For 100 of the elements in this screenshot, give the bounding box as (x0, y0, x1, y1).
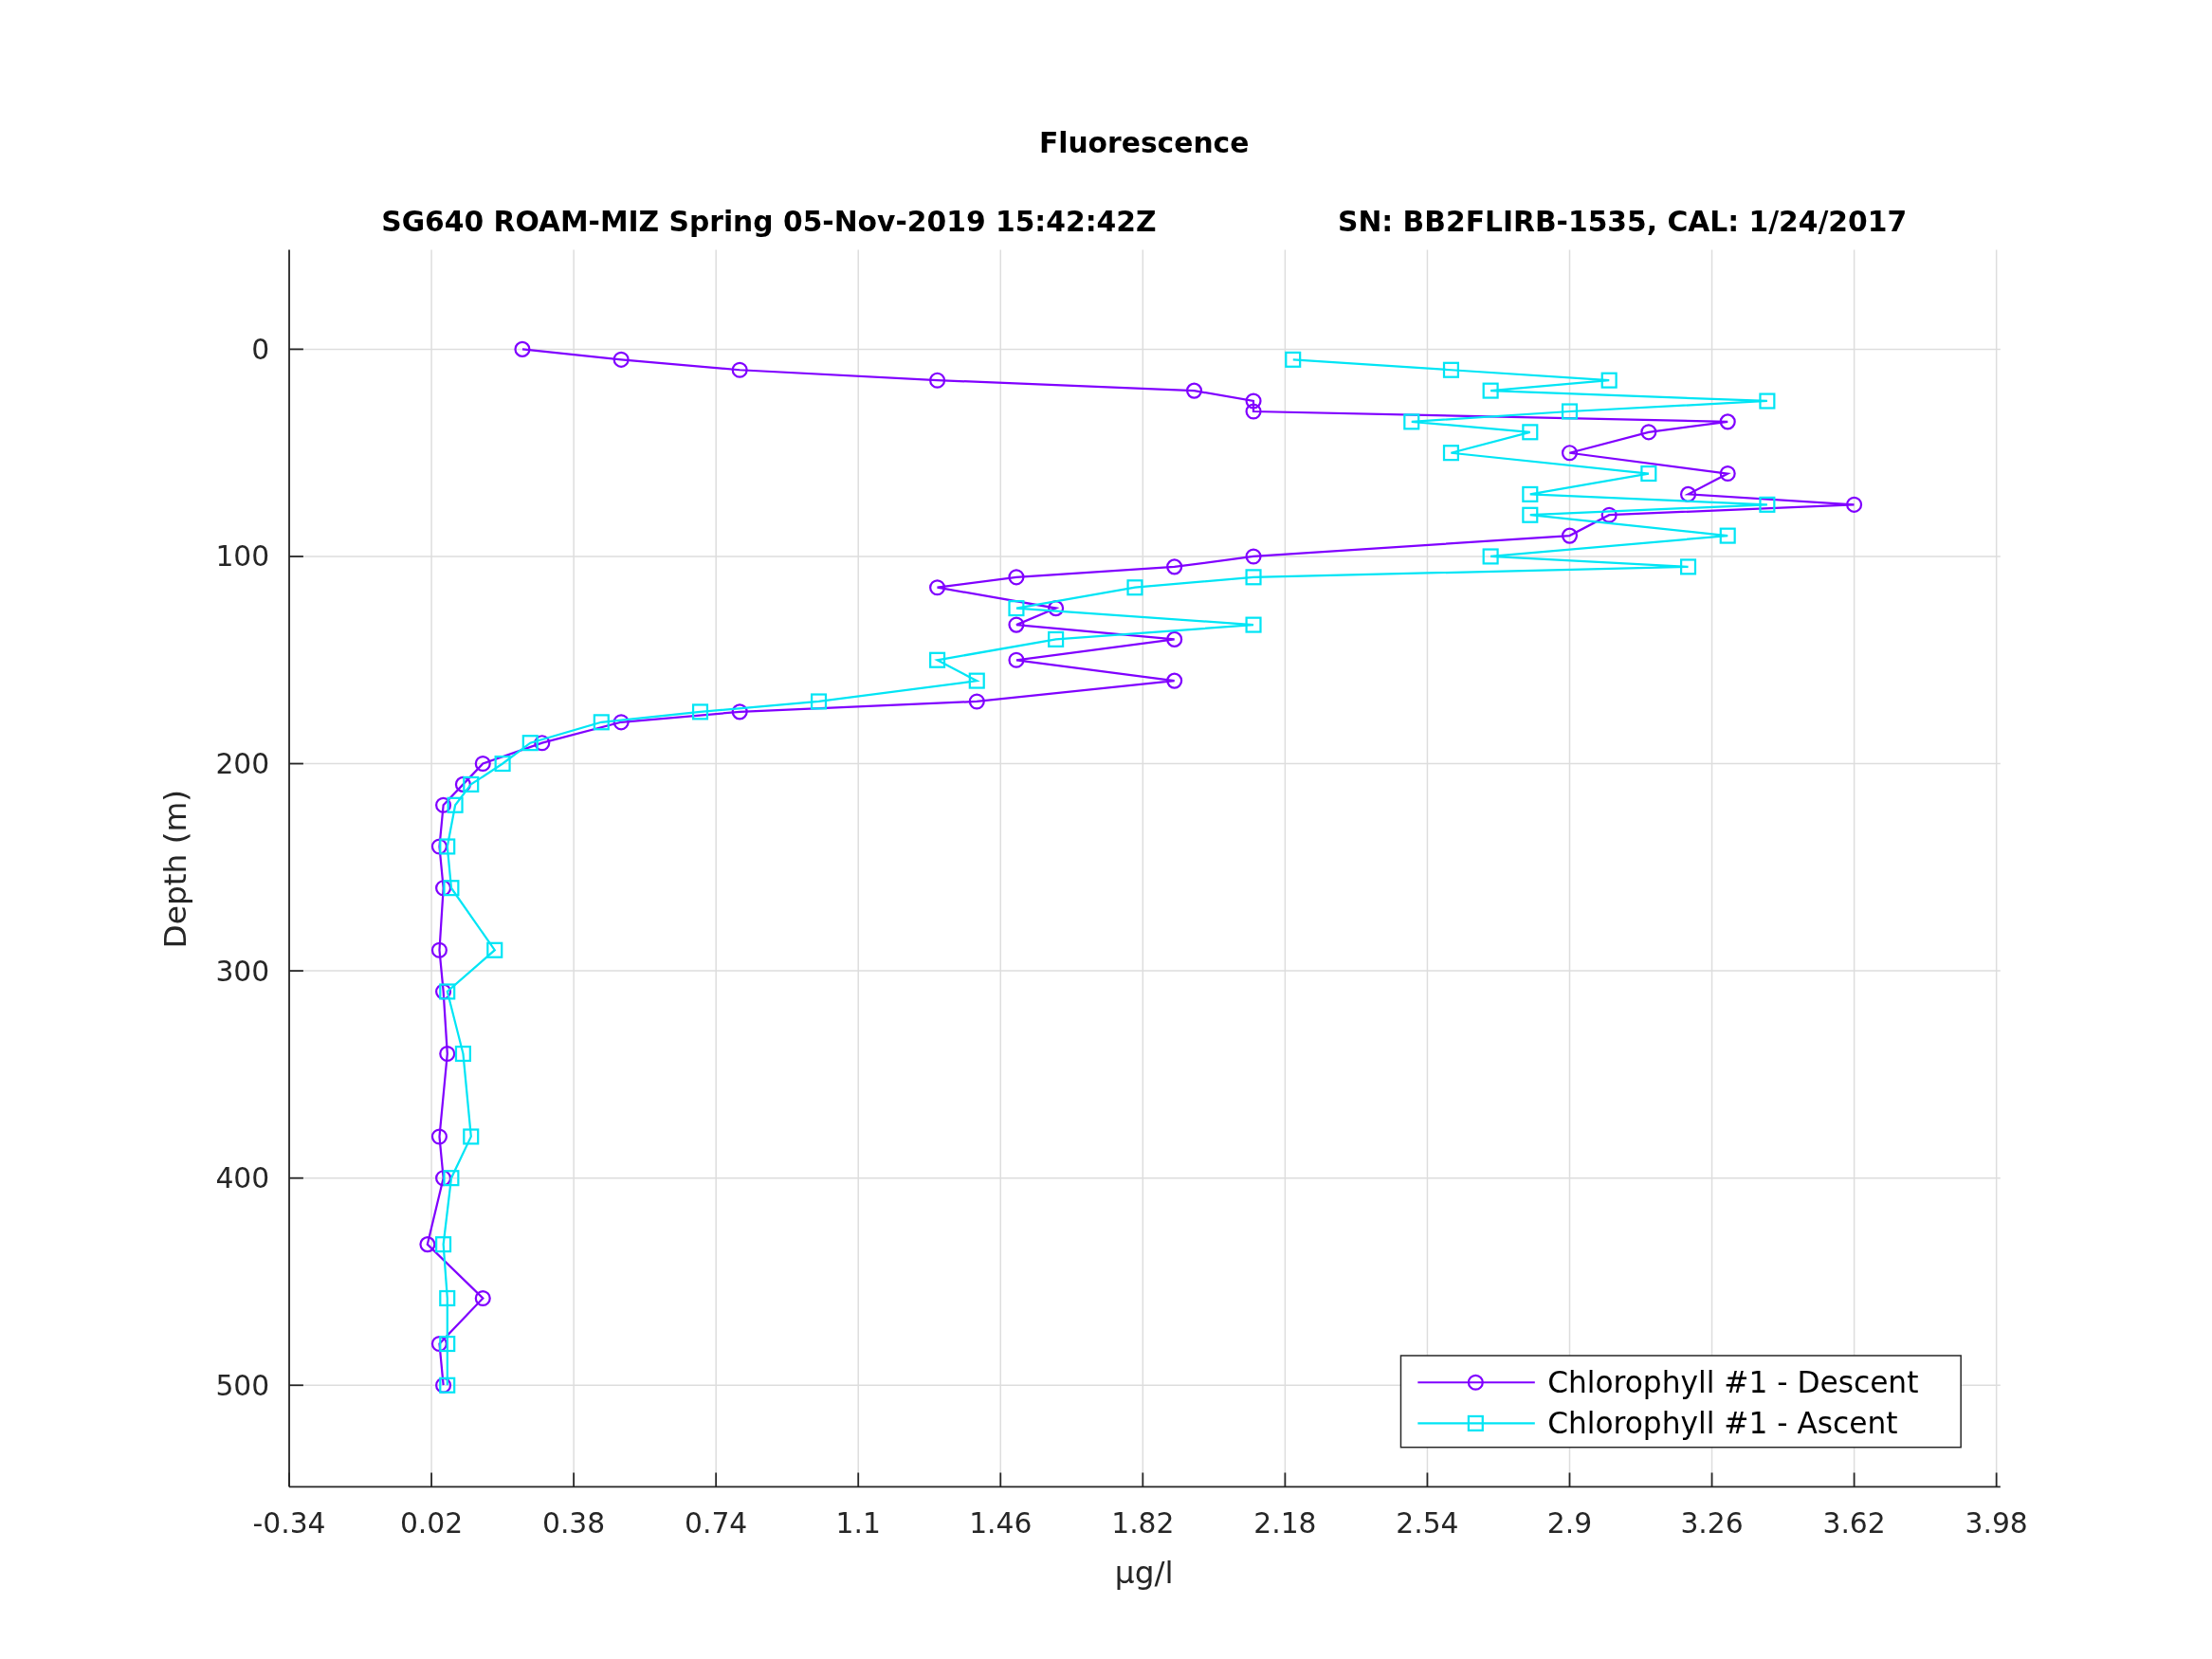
data-marker (1442, 361, 1459, 378)
data-marker (443, 880, 460, 897)
data-marker (430, 838, 448, 855)
data-marker (1166, 630, 1183, 647)
data-marker (1403, 413, 1420, 430)
data-marker (1008, 569, 1025, 586)
data-marker (929, 579, 946, 596)
data-marker (1008, 651, 1025, 668)
x-tick-label: -0.34 (252, 1506, 326, 1540)
y-tick-label: 300 (215, 954, 270, 988)
data-marker (929, 372, 946, 389)
data-marker (1048, 600, 1065, 617)
data-marker (612, 351, 630, 368)
data-marker (1126, 579, 1143, 596)
data-marker (463, 1128, 480, 1145)
data-marker (474, 756, 491, 773)
x-tick-label: 1.46 (969, 1506, 1033, 1540)
data-marker (691, 703, 709, 720)
data-marker (1561, 527, 1579, 544)
data-marker (430, 1128, 448, 1145)
data-marker (1759, 496, 1776, 513)
chart-subtitle: SG640 ROAM-MIZ Spring 05-Nov-2019 15:42:42Z (381, 205, 1157, 239)
data-marker (968, 693, 985, 710)
data-marker (1185, 382, 1203, 399)
data-marker (534, 735, 551, 752)
data-marker (1245, 403, 1262, 420)
data-marker (1600, 506, 1618, 523)
data-marker (612, 714, 630, 731)
data-marker (1719, 527, 1736, 544)
data-marker (419, 1236, 436, 1253)
data-marker (439, 1336, 456, 1353)
legend-label: Chlorophyll #1 - Descent (1547, 1364, 1919, 1399)
data-marker (463, 775, 480, 793)
data-marker (1166, 672, 1183, 689)
data-marker (1285, 351, 1302, 368)
data-marker (1482, 382, 1499, 399)
data-marker (1600, 372, 1618, 389)
x-tick-label: 2.18 (1253, 1506, 1317, 1540)
data-marker (968, 672, 985, 689)
data-marker (439, 1289, 456, 1306)
data-marker (435, 1170, 452, 1187)
y-tick-label: 500 (215, 1368, 270, 1402)
data-marker (454, 1046, 471, 1063)
data-marker (1008, 616, 1025, 633)
data-marker (430, 1336, 448, 1353)
data-marker (811, 693, 828, 710)
data-marker (1048, 630, 1065, 647)
data-marker (1640, 465, 1657, 483)
data-marker (435, 983, 452, 1000)
data-marker (435, 796, 452, 813)
y-tick-label: 400 (215, 1161, 270, 1195)
data-marker (486, 941, 503, 958)
data-marker (435, 880, 452, 897)
x-tick-label: 1.1 (835, 1506, 881, 1540)
data-marker (439, 983, 456, 1000)
chart-title: Fluorescence (1038, 125, 1250, 159)
data-marker (1245, 392, 1262, 410)
x-tick-label: 3.98 (1965, 1506, 2028, 1540)
data-marker (1245, 616, 1262, 633)
x-tick-label: 0.02 (399, 1506, 464, 1540)
data-marker (474, 1289, 491, 1306)
data-marker (1008, 600, 1025, 617)
data-marker (439, 838, 456, 855)
data-marker (1719, 465, 1736, 483)
x-tick-label: 3.62 (1822, 1506, 1886, 1540)
data-marker (1719, 413, 1736, 430)
data-marker (1245, 569, 1262, 586)
data-marker (1522, 485, 1539, 502)
data-marker (435, 1236, 452, 1253)
data-marker (447, 796, 464, 813)
y-axis-label: Depth (m) (157, 789, 194, 949)
legend-label: Chlorophyll #1 - Ascent (1547, 1405, 1898, 1440)
data-marker (1679, 558, 1697, 575)
data-marker (1522, 424, 1539, 441)
y-tick-label: 100 (215, 539, 270, 574)
data-marker (439, 1046, 456, 1063)
data-marker (1442, 445, 1459, 462)
data-marker (1759, 392, 1776, 410)
data-marker (1561, 403, 1579, 420)
data-marker (1482, 548, 1499, 565)
x-tick-label: 3.26 (1680, 1506, 1744, 1540)
data-marker (521, 735, 539, 752)
data-marker (1245, 548, 1262, 565)
data-marker (435, 1376, 452, 1394)
data-marker (1846, 496, 1863, 513)
chart-subtitle: SN: BB2FLIRB-1535, CAL: 1/24/2017 (1338, 205, 1908, 239)
data-marker (731, 703, 748, 720)
data-marker (731, 361, 748, 378)
x-tick-label: 0.38 (542, 1506, 606, 1540)
x-tick-label: 0.74 (685, 1506, 748, 1540)
x-tick-label: 1.82 (1111, 1506, 1175, 1540)
data-marker (1166, 558, 1183, 575)
x-axis-label: μg/l (1114, 1554, 1174, 1591)
data-marker (1640, 424, 1657, 441)
data-marker (593, 714, 610, 731)
data-marker (1561, 445, 1579, 462)
data-marker (1522, 506, 1539, 523)
data-marker (443, 1170, 460, 1187)
data-marker (454, 775, 471, 793)
data-marker (430, 941, 448, 958)
